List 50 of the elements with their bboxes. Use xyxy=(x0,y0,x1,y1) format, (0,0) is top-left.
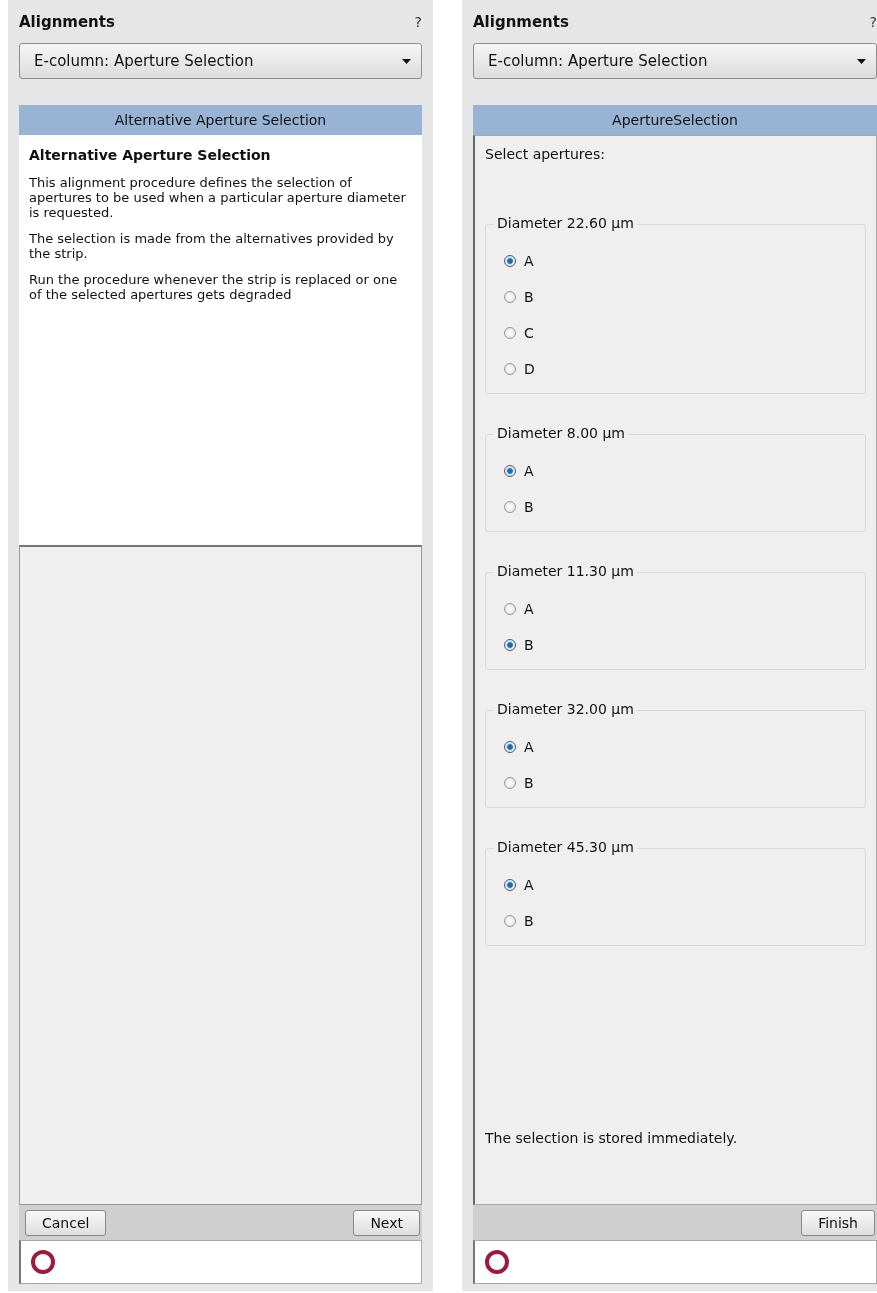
panel-title: Alignments xyxy=(19,12,115,31)
help-button[interactable]: ? xyxy=(414,13,422,30)
group-label: Diameter 11.30 µm xyxy=(494,563,637,579)
group-label: Diameter 22.60 µm xyxy=(494,215,637,231)
option-label[interactable]: A xyxy=(524,877,534,893)
option-label[interactable]: B xyxy=(524,499,534,515)
radio-button[interactable] xyxy=(504,603,516,615)
action-button[interactable]: Cancel xyxy=(25,1209,107,1236)
option-label[interactable]: B xyxy=(524,289,534,305)
option-label[interactable]: B xyxy=(524,637,534,653)
option-label[interactable]: C xyxy=(524,325,534,341)
caret-icon xyxy=(857,58,866,64)
radio-button[interactable] xyxy=(504,291,516,303)
action-button[interactable]: Finish xyxy=(801,1209,875,1236)
description-text: This alignment procedure defines the selection of apertures to be used when a particular aperture diameter is requested. xyxy=(29,175,407,220)
option-label[interactable]: B xyxy=(524,775,534,791)
ring-icon xyxy=(485,1250,509,1274)
radio-button[interactable] xyxy=(504,879,516,891)
option-label[interactable]: A xyxy=(524,253,534,269)
ring-icon xyxy=(31,1250,55,1274)
group-label: Diameter 8.00 µm xyxy=(494,425,628,441)
radio-button[interactable] xyxy=(504,777,516,789)
group-label: Diameter 32.00 µm xyxy=(494,701,637,717)
option-label[interactable]: D xyxy=(524,361,535,377)
description-text: Run the procedure whenever the strip is replaced or one of the selected apertures gets degraded xyxy=(29,272,399,302)
action-button[interactable]: Next xyxy=(353,1209,420,1236)
radio-button[interactable] xyxy=(504,741,516,753)
radio-button[interactable] xyxy=(504,465,516,477)
section-header: Alternative Aperture Selection xyxy=(19,105,422,135)
section-header: ApertureSelection xyxy=(473,105,877,135)
option-label[interactable]: A xyxy=(524,601,534,617)
radio-button[interactable] xyxy=(504,915,516,927)
instruction-text: Select apertures: xyxy=(485,146,606,162)
description-heading: Alternative Aperture Selection xyxy=(29,147,272,163)
radio-button[interactable] xyxy=(504,327,516,339)
radio-button[interactable] xyxy=(504,639,516,651)
radio-button[interactable] xyxy=(504,255,516,267)
caret-icon xyxy=(402,58,411,64)
description-text: The selection is made from the alternatives provided by the strip. xyxy=(29,231,395,261)
help-button[interactable]: ? xyxy=(869,13,877,30)
procedure-dropdown[interactable]: E-column: Aperture Selection xyxy=(19,43,422,79)
procedure-dropdown[interactable]: E-column: Aperture Selection xyxy=(473,43,877,79)
radio-button[interactable] xyxy=(504,501,516,513)
option-label[interactable]: B xyxy=(524,913,534,929)
panel-title: Alignments xyxy=(473,12,569,31)
option-label[interactable]: A xyxy=(524,739,534,755)
option-label[interactable]: A xyxy=(524,463,534,479)
group-label: Diameter 45.30 µm xyxy=(494,839,637,855)
note-text: The selection is stored immediately. xyxy=(485,1130,739,1146)
radio-button[interactable] xyxy=(504,363,516,375)
